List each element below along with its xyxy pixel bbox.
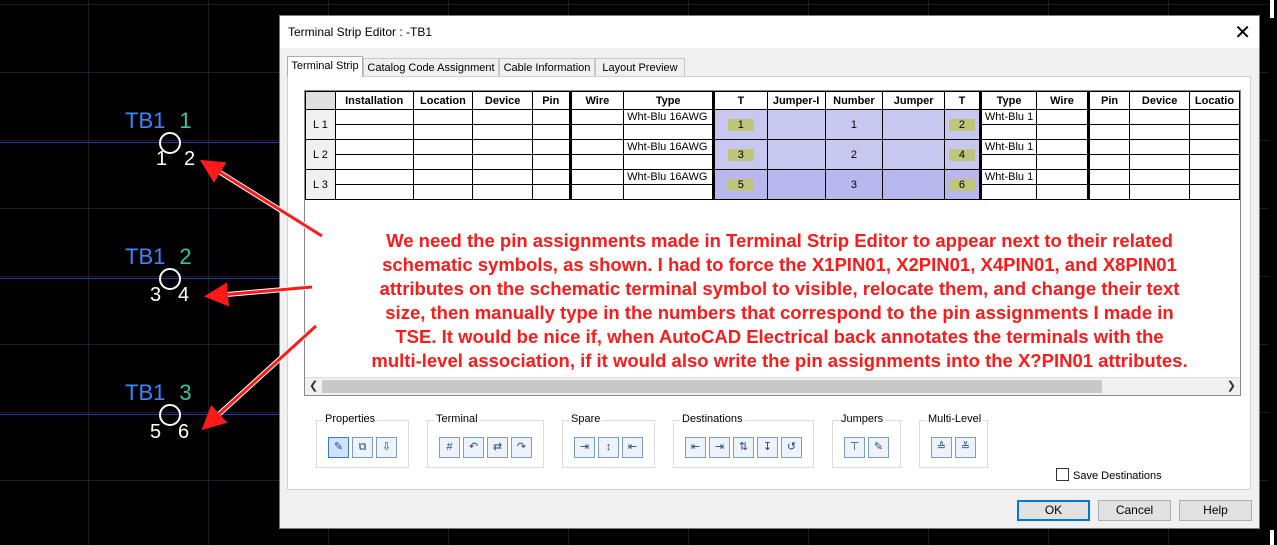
arrow-to-tb1-2 bbox=[204, 282, 313, 307]
arrow-to-tb1-1 bbox=[199, 159, 323, 238]
arrow-to-tb1-3 bbox=[201, 324, 318, 431]
tab-terminal-strip[interactable]: Terminal Strip bbox=[287, 56, 363, 77]
annotation-arrows bbox=[199, 159, 324, 431]
